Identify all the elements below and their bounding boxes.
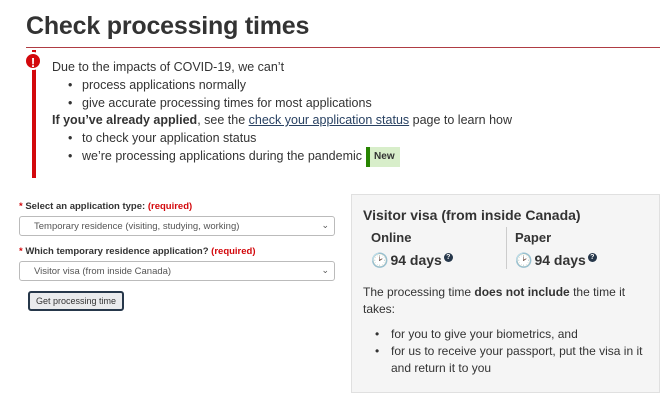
list-item: for us to receive your passport, put the… [375,343,659,377]
processing-time-form: * Select an application type: (required)… [19,201,335,311]
new-badge: New [366,147,400,167]
residence-application-value: Visitor visa (from inside Canada) [34,266,172,277]
result-title: Visitor visa (from inside Canada) [363,207,581,223]
required-star: * [19,201,23,212]
clock-icon: 🕑 [371,252,389,268]
online-label: Online [371,230,412,245]
warning-icon: ! [24,52,42,70]
paper-value: 94 days [534,252,586,268]
page-title: Check processing times [26,12,660,48]
applied-post: page to learn how [409,113,513,127]
residence-application-label: * Which temporary residence application?… [19,246,335,257]
paper-label: Paper [515,230,552,245]
residence-application-select[interactable]: Visitor visa (from inside Canada) ⌄ [19,261,335,281]
applied-pre: , see the [197,113,249,127]
result-columns: Online 🕑 94 days? Paper 🕑 94 days? [363,227,649,269]
application-type-label: * Select an application type: (required) [19,201,335,212]
alert-list-2: to check your application status we’re p… [68,129,632,167]
note-strong: does not include [474,285,570,299]
residence-application-label-text: Which temporary residence application? [25,246,209,257]
get-processing-time-button[interactable]: Get processing time [28,291,125,311]
application-type-value: Temporary residence (visiting, studying,… [34,221,240,232]
paper-time: 🕑 94 days? [515,252,649,269]
list-item: to check your application status [68,129,632,147]
applied-strong: If you’ve already applied [52,113,198,127]
help-icon[interactable]: ? [443,253,453,262]
chevron-down-icon: ⌄ [321,265,329,275]
paper-column: Paper 🕑 94 days? [506,227,649,269]
result-panel: Visitor visa (from inside Canada) Online… [351,194,660,393]
online-value: 94 days [390,252,442,268]
note-pre: The processing time [363,285,475,299]
application-type-label-text: Select an application type: [25,201,146,212]
list-item: we’re processing applications during the… [68,147,632,167]
required-text: (required) [211,246,256,257]
list-item: process applications normally [68,76,632,94]
required-star: * [19,246,23,257]
processing-note: The processing time does not include the… [363,284,653,318]
help-icon[interactable]: ? [587,253,597,262]
check-status-link[interactable]: check your application status [249,113,410,127]
list-item: for you to give your biometrics, and [375,326,659,343]
alert-list: process applications normally give accur… [68,76,632,112]
chevron-down-icon: ⌄ [321,220,329,230]
covid-alert: ! Due to the impacts of COVID-19, we can… [24,50,632,178]
alert-applied-text: If you’ve already applied, see the check… [52,112,632,129]
list-item-text: we’re processing applications during the… [82,149,363,163]
required-text: (required) [147,201,193,212]
exclusions-list: for you to give your biometrics, and for… [375,326,659,377]
alert-intro: Due to the impacts of COVID-19, we can’t [52,60,285,74]
clock-icon: 🕑 [515,252,533,268]
online-time: 🕑 94 days? [371,252,506,269]
application-type-select[interactable]: Temporary residence (visiting, studying,… [19,216,335,236]
list-item: give accurate processing times for most … [68,94,632,112]
online-column: Online 🕑 94 days? [363,227,506,269]
